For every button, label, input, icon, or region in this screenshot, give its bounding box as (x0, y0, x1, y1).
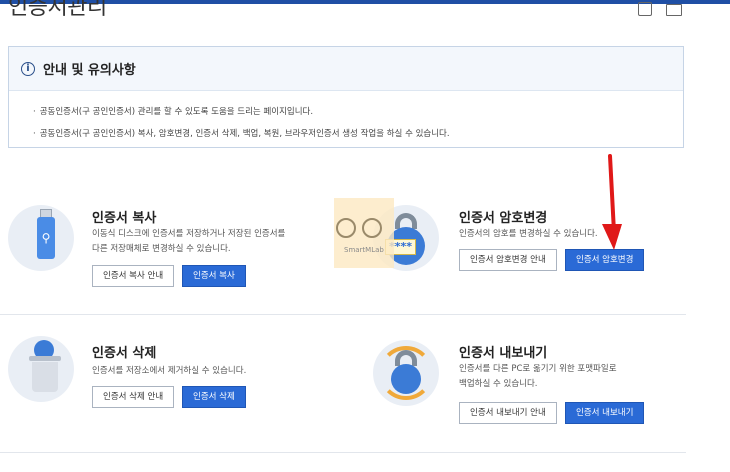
arrow-annotation (602, 154, 622, 250)
toolbar-icons (638, 2, 682, 16)
download-icon[interactable] (638, 2, 652, 16)
trash-icon (32, 362, 58, 392)
card-desc-line: 다른 저장매체로 변경하실 수 있습니다. (92, 244, 231, 254)
card-desc-line: 인증서를 다른 PC로 옮기기 위한 포맷파일로 (459, 364, 617, 374)
glasses-icon (336, 218, 384, 238)
section-divider (0, 452, 686, 453)
notice-item: 공동인증서(구 공인인증서) 관리를 할 수 있도록 도움을 드리는 페이지입니… (33, 101, 683, 123)
print-icon[interactable] (666, 4, 682, 16)
notice-item: 공동인증서(구 공인인증서) 복사, 암호변경, 인증서 삭제, 백업, 복원,… (33, 123, 683, 145)
copy-guide-button[interactable]: 인증서 복사 안내 (92, 265, 175, 287)
section-divider (0, 314, 686, 315)
card-title: 인증서 내보내기 (459, 346, 548, 361)
card-desc: 인증서의 암호를 변경하실 수 있습니다. (459, 227, 598, 242)
top-accent-bar (0, 0, 730, 4)
card-desc-line: 인증서의 암호를 변경하실 수 있습니다. (459, 229, 598, 239)
trash-illustration (8, 336, 74, 402)
notice-list: 공동인증서(구 공인인증서) 관리를 할 수 있도록 도움을 드리는 페이지입니… (9, 91, 683, 145)
notice-header: i 안내 및 유의사항 (9, 47, 683, 91)
notice-title: 안내 및 유의사항 (43, 63, 136, 78)
card-desc-line: 인증서를 저장소에서 제거하실 수 있습니다. (92, 366, 247, 376)
watermark-text: SmartMLab (344, 246, 384, 254)
export-icon (391, 364, 421, 394)
card-title: 인증서 삭제 (92, 346, 157, 361)
export-button[interactable]: 인증서 내보내기 (565, 402, 645, 424)
card-title: 인증서 암호변경 (459, 211, 548, 226)
trash-lid (29, 356, 61, 361)
card-desc: 이동식 디스크에 인증서를 저장하거나 저장된 인증서를 다른 저장매체로 변경… (92, 227, 285, 257)
card-desc: 인증서를 다른 PC로 옮기기 위한 포맷파일로 백업하실 수 있습니다. (459, 362, 617, 392)
usb-symbol-icon: ⚲ (41, 231, 51, 245)
copy-button[interactable]: 인증서 복사 (182, 265, 246, 287)
card-desc-line: 이동식 디스크에 인증서를 저장하거나 저장된 인증서를 (92, 229, 286, 239)
usb-illustration: ⚲ (8, 205, 74, 271)
delete-guide-button[interactable]: 인증서 삭제 안내 (92, 386, 175, 408)
export-illustration (373, 340, 439, 406)
notice-box: i 안내 및 유의사항 공동인증서(구 공인인증서) 관리를 할 수 있도록 도… (8, 46, 684, 148)
password-change-button[interactable]: 인증서 암호변경 (565, 249, 645, 271)
card-desc: 인증서를 저장소에서 제거하실 수 있습니다. (92, 364, 246, 379)
delete-button[interactable]: 인증서 삭제 (182, 386, 246, 408)
page-title: 인증서관리 (8, 0, 107, 20)
password-guide-button[interactable]: 인증서 암호변경 안내 (459, 249, 557, 271)
info-icon: i (21, 61, 35, 76)
card-desc-line: 백업하실 수 있습니다. (459, 379, 538, 389)
export-guide-button[interactable]: 인증서 내보내기 안내 (459, 402, 557, 424)
card-title: 인증서 복사 (92, 211, 157, 226)
